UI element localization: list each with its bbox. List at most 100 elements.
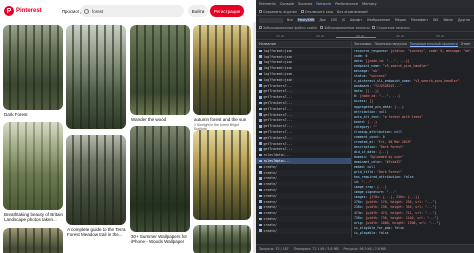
request-name: create/	[263, 188, 277, 193]
request-type-icon	[259, 55, 262, 58]
devtools-tab-network[interactable]: Network	[316, 2, 331, 6]
filter-input[interactable]	[259, 17, 283, 23]
register-button[interactable]: Регистрация	[210, 5, 244, 17]
request-name: rules?data=...	[263, 153, 291, 158]
filter-tab[interactable]: CSS	[330, 18, 338, 22]
filter-tab[interactable]: Другое	[457, 18, 471, 22]
json-value: "Dark Forest"	[377, 170, 402, 175]
request-type-icon	[259, 90, 262, 93]
filter-bar: Все Fetch/XHR Док CSS JS Шрифт Изображен…	[256, 16, 474, 24]
pin-image[interactable]	[66, 135, 126, 225]
checkbox-label: Отключить кеш	[304, 9, 334, 14]
search-input[interactable]: forest	[80, 5, 184, 17]
json-key: aggregated_pin_data:	[354, 104, 395, 109]
json-key: dominant_color:	[354, 160, 385, 165]
tab-headers[interactable]: Заголовки	[354, 42, 372, 46]
status-resources: Ресурсы: 96.3 kB / 7.8 MB	[343, 247, 386, 251]
json-value: "v3_search_pins_handler"	[382, 64, 429, 69]
devtools-tab[interactable]: Memory	[362, 2, 377, 6]
devtools-tab[interactable]: Sources	[298, 2, 312, 6]
timeline-tick: 40 мс	[396, 34, 405, 38]
filter-tab[interactable]: Wasm	[442, 18, 454, 22]
json-value: false	[403, 175, 414, 180]
checkbox-icon	[259, 26, 262, 29]
filter-tab[interactable]: JS	[341, 18, 346, 22]
filter-tab[interactable]: Шрифт	[349, 18, 363, 22]
json-key: auto_alt_text:	[354, 114, 383, 119]
json-value: {width: 474, height: 711, url: "..."}	[365, 210, 437, 215]
json-key: has_required_attribution:	[354, 175, 404, 180]
devtools-tab[interactable]: Elements	[259, 2, 276, 6]
tab-preview[interactable]: Предварительный просмотр	[409, 42, 458, 47]
login-button[interactable]: Войти	[188, 5, 208, 17]
request-type-icon	[259, 171, 262, 174]
pin-image[interactable]	[193, 130, 251, 220]
request-name: create/	[263, 222, 277, 227]
pin-title: A complete guide to the Terra Forest Mea…	[67, 227, 126, 238]
json-line[interactable]: resource_response: {status: "success", c…	[354, 49, 472, 54]
json-line[interactable]: is_playable: false	[354, 231, 472, 236]
pin-image[interactable]	[130, 25, 190, 115]
timeline-tick: 10 мс	[276, 34, 285, 38]
json-value: "Dark Forest"	[378, 144, 404, 149]
request-type-icon	[259, 182, 262, 186]
json-value: {width: 236, height: 354, url: "..."}	[365, 205, 437, 210]
status-transferred: Передано: 77.1 kB / 5.8 MB	[293, 247, 339, 251]
request-name: getTrackers?...	[263, 118, 293, 123]
pin-image[interactable]	[130, 126, 190, 232]
option-label: Заблокированные файлы cookie	[263, 25, 318, 30]
tab-response[interactable]: Ответ	[461, 42, 471, 46]
json-value: "Fri, 08 Mar 2019"	[377, 139, 412, 144]
filter-tab[interactable]: Док	[318, 18, 326, 22]
filter-tab[interactable]: Манифест	[410, 18, 429, 22]
pin-image[interactable]	[3, 228, 63, 253]
request-type-icon	[259, 229, 262, 232]
request-name: create/	[263, 205, 277, 210]
json-key: did_it_data:	[354, 149, 379, 154]
tab-payload[interactable]: Полезная нагрузка	[375, 42, 407, 46]
pin-image[interactable]	[66, 25, 126, 129]
json-value: null	[378, 109, 387, 114]
filter-tab[interactable]: Все	[286, 18, 294, 22]
filter-tab[interactable]: Медиа	[394, 18, 407, 22]
json-value: [{...}]	[365, 89, 379, 94]
json-key: orig:	[354, 220, 366, 225]
throttling-select[interactable]: Без ограничений	[337, 10, 368, 14]
json-key: grid_title:	[354, 170, 378, 175]
pin-image[interactable]	[3, 25, 63, 110]
preserve-log-checkbox[interactable]: Сохранить журнал	[259, 10, 297, 14]
option-checkbox[interactable]: Сторонние запросы	[372, 26, 410, 30]
pin-image[interactable]	[3, 122, 63, 210]
json-key: bookmark:	[354, 84, 374, 89]
json-value: {170x: {...}, 236x: {...}}	[369, 195, 420, 200]
devtools-tab[interactable]: Console	[280, 2, 294, 6]
option-checkbox[interactable]: Заблокированные файлы cookie	[259, 26, 317, 30]
json-key: access:	[354, 99, 370, 104]
request-name: create/	[263, 182, 277, 187]
network-timeline[interactable]: 10 мс 20 мс 30 мс 40 мс 50 мс	[256, 32, 474, 40]
request-name: create/	[263, 228, 277, 233]
request-type-icon	[259, 177, 262, 180]
devtools-tab[interactable]: Performance	[335, 2, 358, 6]
json-key: is_eligible_for_pdp:	[354, 225, 395, 230]
disable-cache-checkbox[interactable]: Отключить кеш	[300, 9, 334, 14]
request-type-icon	[259, 78, 262, 82]
request-name: getTrackers?...	[263, 135, 293, 140]
filter-tab-fetch[interactable]: Fetch/XHR	[296, 18, 316, 22]
pin-image[interactable]	[193, 25, 251, 115]
json-key: image_crop:	[354, 185, 378, 190]
request-type-icon	[259, 119, 262, 122]
preview-pane[interactable]: resource_response: {status: "success", c…	[351, 48, 474, 238]
request-list-header[interactable]: Название	[256, 41, 351, 48]
filter-tab[interactable]: WS	[432, 18, 439, 22]
json-key: status:	[354, 74, 370, 79]
request-type-icon	[259, 206, 262, 209]
request-row[interactable]: create/	[256, 227, 351, 234]
json-value: []	[369, 99, 374, 104]
option-checkbox[interactable]: Заблокированные запросы	[320, 26, 369, 30]
filter-tab[interactable]: Изображение	[366, 18, 391, 22]
json-value: {...}	[377, 185, 387, 190]
pinterest-logo[interactable]: P Pinterest	[4, 6, 42, 16]
pin-image[interactable]	[193, 225, 251, 253]
json-value: {...}	[394, 104, 404, 109]
